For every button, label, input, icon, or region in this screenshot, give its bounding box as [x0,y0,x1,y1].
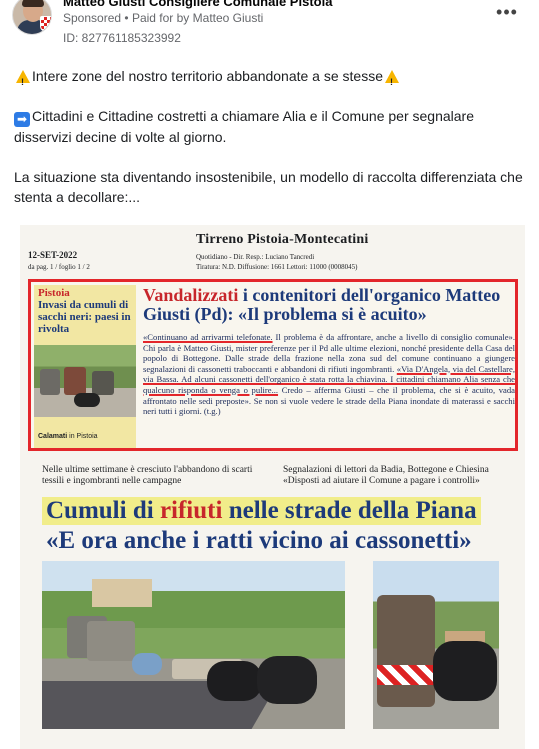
post-text: Intere zone del nostro territorio abband… [14,66,529,227]
newspaper-title: Tirreno Pistoia-Montecatini [196,232,369,247]
post-header: Matteo Giusti Consigliere Comunale Pisto… [0,0,539,50]
avatar-hair [22,0,44,7]
more-options-button[interactable]: ••• [495,3,519,24]
bag-shape [257,656,317,704]
photo-credit: Calamati in Pistoia [38,433,98,440]
subhead-right: Segnalazioni di lettori da Badia, Botteg… [283,465,489,486]
warning-icon [385,70,399,92]
clipping-date: 12-SET-2022 [28,250,78,260]
bag-shape [207,661,262,701]
headline-red-word: Vandalizzati [143,285,239,305]
sponsored-label: Sponsored [63,11,122,25]
photo-credit-rest: in Pistoia [67,433,98,440]
newspaper-meta-director: Quotidiano - Dir. Resp.: Luciano Tancred… [196,253,315,261]
main-headline: Cumuli di rifiuti nelle strade della Pia… [42,497,481,525]
bag-shape [433,641,497,701]
bag-shape [74,393,100,407]
arrow-right-icon: ➡ [14,112,30,127]
page-name-link[interactable]: Matteo Giusti Consigliere Comunale Pisto… [63,0,332,9]
separator-dot: • [124,11,129,25]
bin-shape [64,367,86,395]
main-subheadline: «E ora anche i ratti vicino ai cassonett… [46,527,472,554]
bin-closeup-photo [373,561,499,729]
ad-id: ID: 827761185323992 [63,31,181,45]
newspaper-meta-circulation: Tiratura: N.D. Diffusione: 1661 Lettori:… [196,263,358,271]
main-headline-part-2: nelle strade della Piana [222,497,477,524]
post-image-newspaper-clipping[interactable]: 12-SET-2022 da pag. 1 / foglio 1 / 2 Tir… [20,225,525,749]
post-paragraph-2: ➡ Cittadini e Cittadine costretti a chiam… [14,106,529,147]
bin-shape [92,371,114,395]
article-headline: Vandalizzati i contenitori dell'organico… [143,286,515,324]
warning-stripe [377,665,435,685]
post-line-1: Intere zone del nostro territorio abband… [32,68,383,84]
body-highlight-1: «Continuano ad arrivarmi telefonate. [143,332,273,342]
post-line-3: La situazione sta diventando insostenibi… [14,169,523,205]
post-line-2: Cittadini e Cittadine costretti a chiama… [14,108,475,145]
photo-credit-name: Calamati [38,433,68,440]
bin-shape [87,621,135,661]
article-kicker: Invasi da cumuli di sacchi neri: paesi i… [38,299,131,335]
subhead-left: Nelle ultime settimane è cresciuto l'abb… [42,465,253,486]
paid-for-name-link[interactable]: Matteo Giusti [193,11,264,25]
warning-icon [16,70,30,92]
article-sidebar: Pistoia Invasi da cumuli di sacchi neri:… [34,285,136,448]
bin-shape [40,369,60,395]
bin-shape [377,595,435,707]
article-body: «Continuano ad arrivarmi telefonate. Il … [143,332,515,417]
article-city: Pistoia [38,287,70,299]
article-photo [34,345,136,417]
main-headline-part-1: Cumuli di [46,497,160,524]
page-avatar[interactable] [12,0,52,35]
highlighted-article: Pistoia Invasi da cumuli di sacchi neri:… [28,279,518,451]
checkered-shield-icon [40,16,51,32]
house-shape [92,579,152,607]
street-trash-photo [42,561,345,729]
main-headline-red: rifiuti [159,497,223,524]
bag-shape [132,653,162,675]
paid-for-label: Paid for by [131,11,190,25]
sponsored-line: Sponsored • Paid for by Matteo Giusti [63,11,263,25]
post-paragraph-3: La situazione sta diventando insostenibi… [14,167,529,207]
clipping-page: da pag. 1 / foglio 1 / 2 [28,263,90,271]
post-paragraph-1: Intere zone del nostro territorio abband… [14,66,529,92]
